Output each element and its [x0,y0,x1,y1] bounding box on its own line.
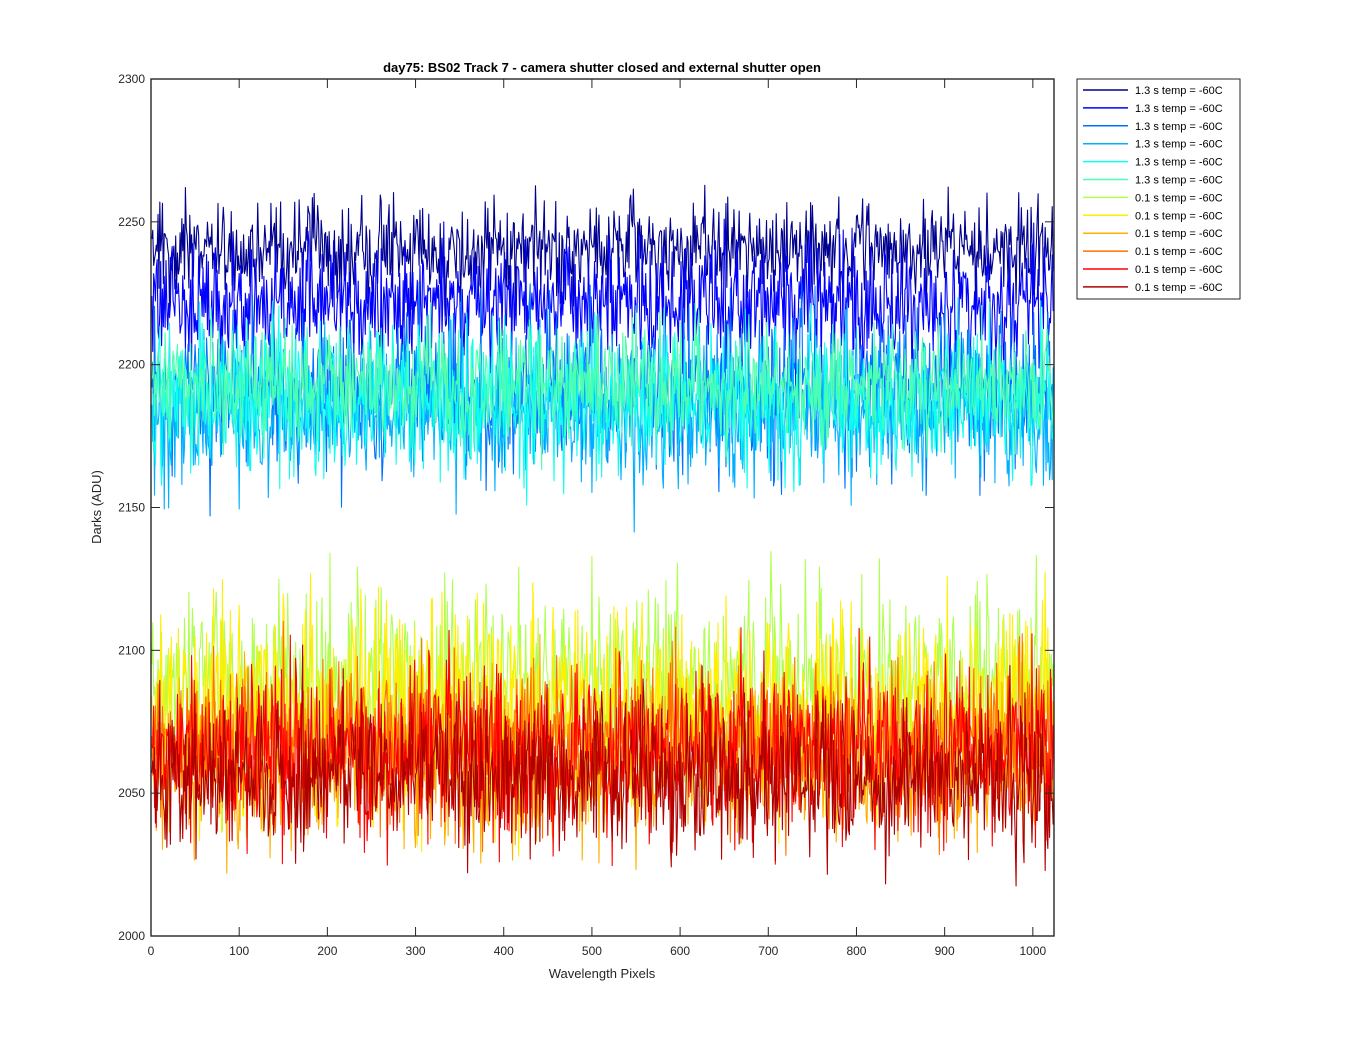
legend-entry-11: 0.1 s temp = -60C [1135,264,1223,276]
x-tick-label: 1000 [1019,944,1046,958]
x-tick-label: 100 [229,944,249,958]
y-tick-label: 2300 [118,72,145,86]
x-tick-label: 500 [582,944,602,958]
x-tick-label: 600 [670,944,690,958]
y-tick-label: 2250 [118,215,145,229]
x-tick-label: 700 [758,944,778,958]
y-axis-label: Darks (ADU) [89,470,104,544]
figure: 0 100 200 300 400 500 600 700 800 900 1000 2000 2050… [0,0,1350,1050]
legend-entry-6: 1.3 s temp = -60C [1135,175,1223,187]
x-tick-label: 300 [406,944,426,958]
x-tick-label: 800 [846,944,866,958]
legend-entry-9: 0.1 s temp = -60C [1135,228,1223,240]
legend-entry-1: 1.3 s temp = -60C [1135,85,1223,97]
x-tick-label: 900 [935,944,955,958]
line-chart: 0 100 200 300 400 500 600 700 800 900 1000 2000 2050… [0,0,1350,1050]
legend-entry-12: 0.1 s temp = -60C [1135,282,1223,294]
legend-entry-8: 0.1 s temp = -60C [1135,210,1223,222]
legend-entry-5: 1.3 s temp = -60C [1135,157,1223,169]
chart-title: day75: BS02 Track 7 - camera shutter clo… [383,60,821,75]
x-tick-label: 200 [317,944,337,958]
y-tick-label: 2100 [118,643,145,657]
legend-entry-2: 1.3 s temp = -60C [1135,103,1223,115]
legend: 1.3 s temp = -60C 1.3 s temp = -60C 1.3 s … [1076,78,1241,300]
legend-entry-7: 0.1 s temp = -60C [1135,192,1223,204]
y-tick-label: 2050 [118,786,145,800]
y-tick-label: 2150 [118,501,145,515]
y-tick-label: 2200 [118,358,145,372]
legend-entry-4: 1.3 s temp = -60C [1135,139,1223,151]
x-axis-label: Wavelength Pixels [549,966,656,981]
y-tick-label: 2000 [118,929,145,943]
legend-entry-3: 1.3 s temp = -60C [1135,121,1223,133]
x-tick-label: 400 [494,944,514,958]
x-tick-label: 0 [148,944,155,958]
legend-entry-10: 0.1 s temp = -60C [1135,246,1223,258]
plot-area: 0 100 200 300 400 500 600 700 800 900 1000 2000 2050… [118,72,1055,958]
